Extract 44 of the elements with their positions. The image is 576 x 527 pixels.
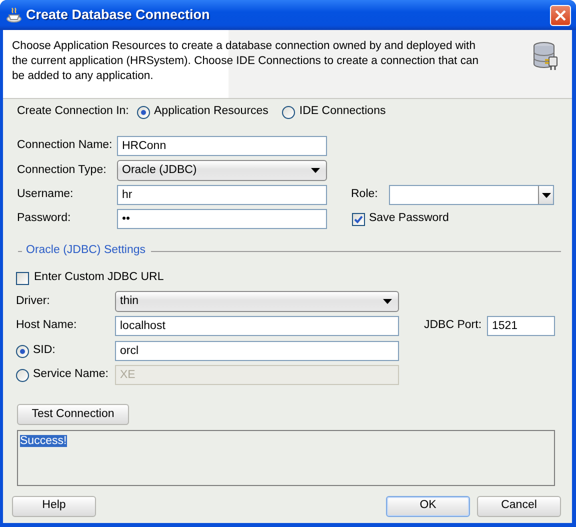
dropdown-button[interactable] <box>538 186 553 204</box>
caret-icon <box>542 192 550 198</box>
close-icon <box>555 10 566 20</box>
field-label: Role: <box>351 187 378 202</box>
field-label: Host Name: <box>16 318 77 334</box>
field-label: Password: <box>17 211 71 226</box>
dialog-button[interactable]: Cancel <box>477 496 561 516</box>
caret-icon <box>383 299 392 304</box>
text-field[interactable]: orcl <box>115 341 399 361</box>
option-label: Application Resources <box>154 104 268 120</box>
checkbox-label: Save Password <box>369 211 449 226</box>
field-label: Driver: <box>16 294 50 309</box>
section-title: Oracle (JDBC) Settings <box>26 243 146 258</box>
checkbox-label: Enter Custom JDBC URL <box>34 270 164 286</box>
connection-type-dropdown[interactable]: Oracle (JDBC) <box>117 160 327 181</box>
field-label: Username: <box>17 187 74 202</box>
checkbox[interactable] <box>16 272 29 284</box>
connection-name-field[interactable]: HRConn <box>117 136 327 156</box>
coffee-cup-icon <box>6 7 22 23</box>
radio-button[interactable] <box>137 106 150 118</box>
test-connection-button[interactable]: Test Connection <box>17 404 129 425</box>
driver-dropdown[interactable]: thin <box>115 291 399 312</box>
field-label: Connection Name: <box>17 138 112 154</box>
dialog-button[interactable]: Help <box>12 496 96 516</box>
radio-button[interactable] <box>16 344 29 358</box>
radio-button[interactable] <box>16 368 29 382</box>
field-label: Connection Type: <box>17 162 106 178</box>
output-text: Success! <box>20 435 67 447</box>
option-label: IDE Connections <box>299 104 386 120</box>
close-button[interactable] <box>550 4 571 26</box>
option-label: Service Name: <box>33 367 108 382</box>
password-field[interactable]: •• <box>117 209 327 229</box>
checkbox[interactable] <box>352 212 365 226</box>
caret-icon <box>311 168 320 173</box>
port-field[interactable]: 1521 <box>487 316 555 336</box>
username-field[interactable]: hr <box>117 185 327 205</box>
description-text: Choose Application Resources to create a database connection owned by and deployed with the current application (HRSystem). Choose IDE Connections to create a connection that can be added to any application. <box>12 39 480 84</box>
field-label: JDBC Port: <box>424 318 482 334</box>
window-title: Create Database Connection <box>26 6 211 24</box>
option-label: SID: <box>33 343 56 358</box>
field-label: Create Connection In: <box>17 104 129 120</box>
host-name-field[interactable]: localhost <box>115 316 399 336</box>
dialog-button[interactable]: OK <box>386 496 470 516</box>
radio-button[interactable] <box>282 106 296 118</box>
